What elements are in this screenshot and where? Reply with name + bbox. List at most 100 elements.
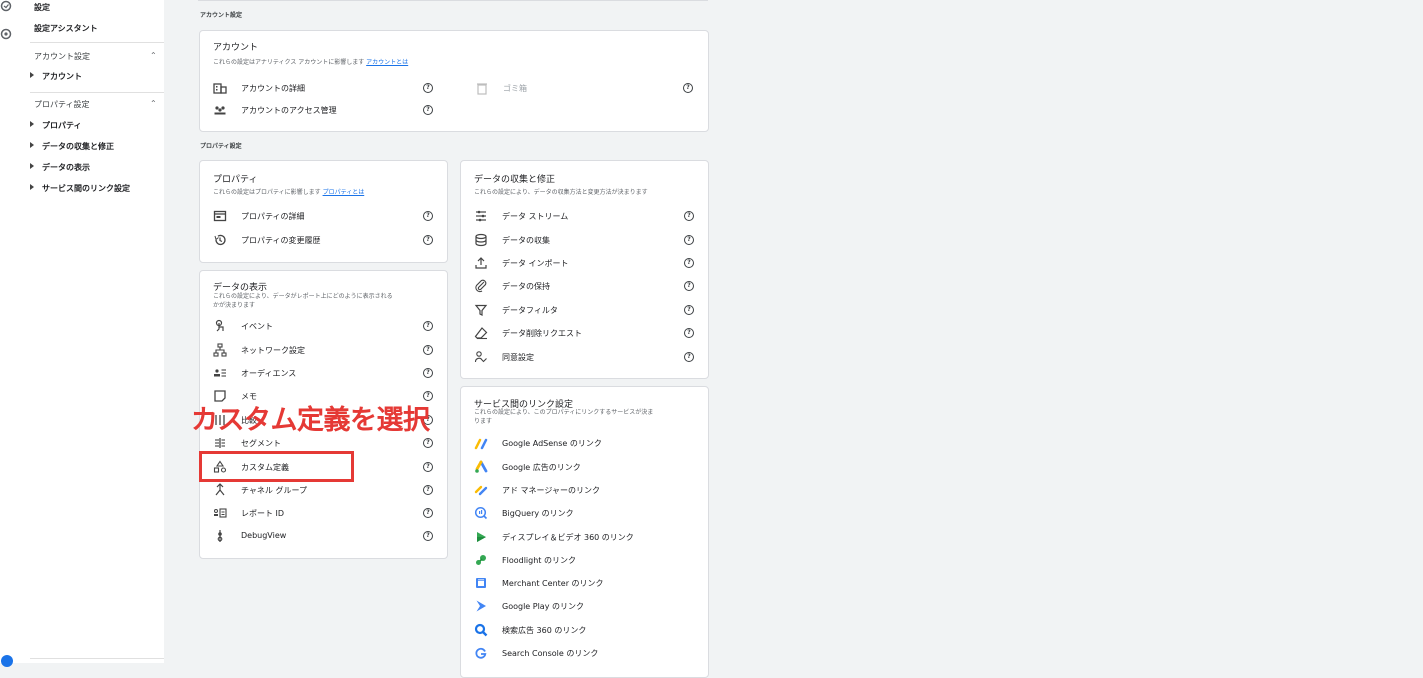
sidebar-item-label: プロパティ: [42, 121, 82, 130]
menu-item-data-deletion-requests[interactable]: データ削除リクエスト: [474, 326, 694, 340]
help-icon[interactable]: ?: [684, 352, 694, 362]
divider: [30, 42, 164, 43]
help-icon[interactable]: ?: [683, 83, 693, 93]
help-icon[interactable]: ?: [423, 485, 433, 495]
menu-item-reporting-id[interactable]: レポート ID: [213, 506, 433, 520]
menu-item-audiences[interactable]: オーディエンス: [213, 366, 433, 380]
sidebar-section-account[interactable]: アカウント設定: [34, 51, 90, 62]
top-divider: [198, 0, 708, 1]
help-icon[interactable]: ?: [423, 368, 433, 378]
sidebar-item-settings[interactable]: 設定: [34, 2, 50, 13]
menu-item-trash[interactable]: ゴミ箱: [475, 81, 675, 95]
menu-item-label: Google Play のリンク: [502, 602, 584, 611]
card-description: これらの設定はアナリティクス アカウントに影響します アカウントとは: [213, 59, 409, 66]
chevron-up-icon[interactable]: ⌃: [150, 99, 157, 108]
menu-item-data-retention[interactable]: データの保持: [474, 279, 694, 293]
card-title: データの収集と修正: [474, 175, 556, 185]
help-icon[interactable]: ?: [423, 211, 433, 221]
expand-arrow-icon: [30, 72, 34, 78]
help-icon[interactable]: ?: [423, 235, 433, 245]
menu-item-debugview[interactable]: DebugView: [213, 529, 433, 543]
help-icon[interactable]: ?: [684, 211, 694, 221]
product-links-card: サービス間のリンク設定 これらの設定により、このプロパティにリンクするサービスが…: [460, 386, 709, 678]
menu-item-property-history[interactable]: プロパティの変更履歴: [213, 233, 433, 247]
menu-item-label: チャネル グループ: [241, 486, 307, 495]
help-icon[interactable]: ?: [684, 258, 694, 268]
menu-item-google-play-links[interactable]: Google Play のリンク: [474, 599, 694, 613]
divider: [30, 92, 164, 93]
menu-item-data-filters[interactable]: データフィルタ: [474, 303, 694, 317]
sidebar: 設定 設定アシスタント アカウント設定 ⌃ アカウント プロパティ設定 ⌃ プロ…: [22, 0, 164, 663]
help-icon[interactable]: ?: [684, 305, 694, 315]
expand-arrow-icon: [30, 142, 34, 148]
google-ads-icon: [475, 460, 488, 473]
help-icon[interactable]: ?: [423, 321, 433, 331]
ad-manager-icon: [474, 485, 488, 496]
menu-item-search-ads-360-links[interactable]: 検索広告 360 のリンク: [474, 623, 694, 637]
sidebar-item-data-collection[interactable]: データの収集と修正: [30, 141, 114, 152]
data-collection-card: データの収集と修正 これらの設定により、データの収集方法と変更方法が決まります …: [460, 160, 709, 379]
menu-item-events[interactable]: イベント: [213, 319, 433, 333]
section-label-property: プロパティ設定: [200, 143, 242, 150]
menu-item-data-import[interactable]: データ インポート: [474, 256, 694, 270]
help-icon[interactable]: ?: [684, 235, 694, 245]
explore-icon[interactable]: [0, 28, 14, 42]
menu-item-channel-groups[interactable]: チャネル グループ: [213, 483, 433, 497]
help-icon[interactable]: ?: [423, 105, 433, 115]
menu-item-merchant-center-links[interactable]: Merchant Center のリンク: [474, 576, 694, 590]
card-description: これらの設定はプロパティに影響します プロパティとは: [213, 189, 365, 196]
menu-item-account-details[interactable]: アカウントの詳細: [213, 81, 433, 95]
menu-item-property-details[interactable]: プロパティの詳細: [213, 209, 433, 223]
menu-item-ad-manager-links[interactable]: アド マネージャーのリンク: [474, 483, 694, 497]
menu-item-label: Google 広告のリンク: [502, 463, 581, 472]
help-icon[interactable]: ?: [423, 438, 433, 448]
upload-icon: [475, 257, 487, 269]
menu-item-data-collection[interactable]: データの収集: [474, 233, 694, 247]
help-circle-icon[interactable]: [0, 654, 14, 668]
admin-icon[interactable]: [0, 0, 14, 14]
menu-item-search-console-links[interactable]: Search Console のリンク: [474, 646, 694, 660]
menu-item-label: オーディエンス: [241, 369, 297, 378]
menu-item-adsense-links[interactable]: Google AdSense のリンク: [474, 436, 694, 450]
sidebar-section-property[interactable]: プロパティ設定: [34, 99, 90, 110]
floodlight-icon: [476, 555, 486, 565]
network-icon: [213, 343, 227, 357]
sidebar-item-data-display[interactable]: データの表示: [30, 162, 90, 173]
sidebar-item-product-links[interactable]: サービス間のリンク設定: [30, 183, 130, 194]
menu-item-segments[interactable]: セグメント: [213, 436, 433, 450]
what-is-account-link[interactable]: アカウントとは: [366, 59, 408, 66]
menu-item-dv360-links[interactable]: ディスプレイ＆ビデオ 360 のリンク: [474, 530, 694, 544]
menu-item-network-settings[interactable]: ネットワーク設定: [213, 343, 433, 357]
details-icon: [213, 210, 227, 222]
menu-item-bigquery-links[interactable]: BigQuery のリンク: [474, 506, 694, 520]
building-icon: [213, 83, 227, 94]
google-icon: [475, 647, 487, 659]
help-icon[interactable]: ?: [684, 281, 694, 291]
help-icon[interactable]: ?: [423, 462, 433, 472]
adsense-icon: [474, 438, 488, 450]
menu-item-account-access[interactable]: アカウントのアクセス管理: [213, 103, 433, 117]
menu-item-google-ads-links[interactable]: Google 広告のリンク: [474, 460, 694, 474]
help-icon[interactable]: ?: [423, 83, 433, 93]
menu-item-consent-settings[interactable]: 同意設定: [474, 350, 694, 364]
sidebar-item-label: サービス間のリンク設定: [42, 184, 130, 193]
help-icon[interactable]: ?: [423, 345, 433, 355]
card-description: これらの設定により、データがレポート上にどのように表示される かが決まります: [213, 293, 393, 309]
history-icon: [214, 234, 226, 246]
menu-item-floodlight-links[interactable]: Floodlight のリンク: [474, 553, 694, 567]
menu-item-data-streams[interactable]: データ ストリーム: [474, 209, 694, 223]
sidebar-item-label: データの表示: [42, 163, 90, 172]
sidebar-item-account[interactable]: アカウント: [30, 71, 82, 82]
what-is-property-link[interactable]: プロパティとは: [323, 189, 365, 196]
debug-icon: [217, 530, 223, 542]
dv360-icon: [477, 532, 486, 542]
menu-item-label: データ ストリーム: [502, 212, 569, 221]
divider: [30, 658, 164, 659]
menu-item-label: プロパティの変更履歴: [241, 236, 321, 245]
help-icon[interactable]: ?: [423, 508, 433, 518]
sidebar-item-setup-assistant[interactable]: 設定アシスタント: [34, 23, 98, 34]
chevron-up-icon[interactable]: ⌃: [150, 51, 157, 60]
help-icon[interactable]: ?: [684, 328, 694, 338]
help-icon[interactable]: ?: [423, 531, 433, 541]
sidebar-item-property[interactable]: プロパティ: [30, 120, 82, 131]
